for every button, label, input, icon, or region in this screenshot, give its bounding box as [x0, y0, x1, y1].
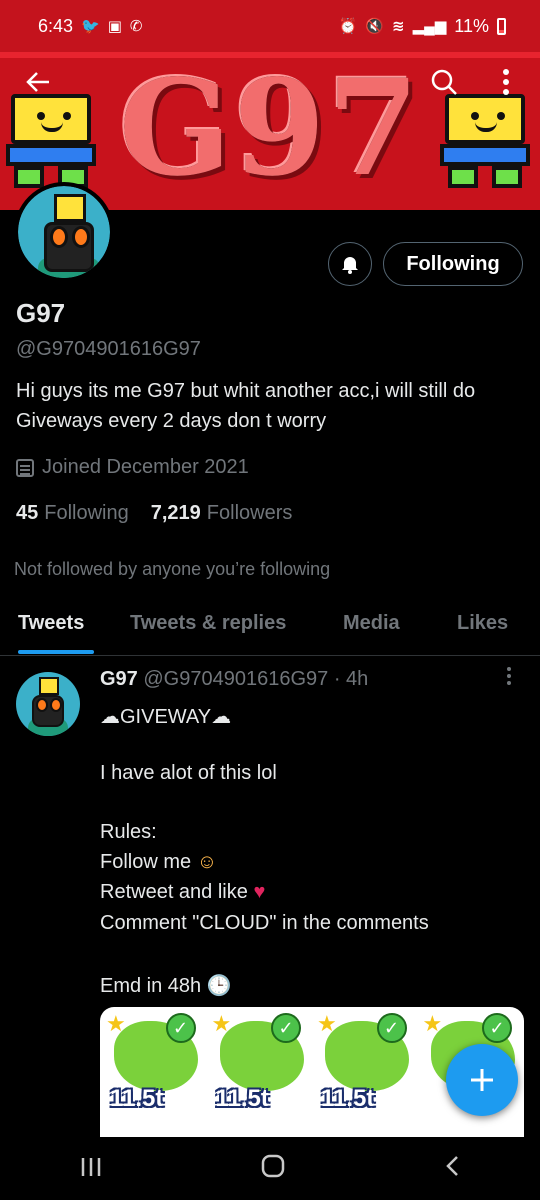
tab-likes[interactable]: Likes: [457, 612, 508, 635]
robot-left-image: [6, 94, 96, 194]
tweet-title-line: ☁GIVEWAY☁: [100, 704, 231, 729]
profile-avatar[interactable]: [14, 182, 114, 282]
joined-text: Joined December 2021: [42, 456, 249, 478]
tweet-line-text: Retweet and like: [100, 881, 248, 903]
tweet-avatar[interactable]: [16, 672, 80, 736]
tweet-header: G97 @G9704901616G97 · 4h: [100, 668, 368, 691]
bell-icon: [342, 257, 358, 274]
twitch-notification-icon: ▣: [107, 18, 122, 35]
followers-link[interactable]: 7,219 Followers: [151, 502, 293, 525]
more-vertical-icon: [503, 69, 509, 95]
following-button[interactable]: Following: [383, 242, 523, 286]
clock-icon: 🕒: [206, 975, 232, 997]
mute-icon: 🔇: [365, 18, 385, 35]
back-nav-button[interactable]: [443, 1154, 461, 1185]
tweet-author-name[interactable]: G97: [100, 668, 138, 690]
tweet-line: Rules:: [100, 821, 157, 843]
more-options-button[interactable]: [486, 62, 526, 102]
cloud-icon: ☁: [100, 706, 120, 728]
red-heart-icon: ♥: [253, 881, 266, 903]
pet-value-label: 11.5t: [215, 1085, 269, 1112]
pet-value-label: 11.5t: [110, 1085, 164, 1112]
pet-card: ★ ✓ 11.5t: [315, 1011, 415, 1133]
calendar-icon: [16, 458, 34, 477]
tweet-line-follow: Follow me ☺: [100, 851, 217, 874]
profile-bio: Hi guys its me G97 but whit another acc,…: [16, 380, 476, 432]
cloud-icon: ☁: [211, 706, 232, 728]
wifi-icon: ≋: [392, 18, 405, 35]
tweet-title: GIVEWAY: [120, 706, 212, 728]
tab-tweets-replies[interactable]: Tweets & replies: [130, 612, 286, 635]
back-button[interactable]: [18, 62, 58, 102]
not-followed-note: Not followed by anyone you’re following: [14, 559, 331, 579]
following-label: Following: [44, 502, 129, 524]
more-vertical-icon: [507, 667, 511, 685]
pet-card: ★ ✓ 11.5t: [210, 1011, 310, 1133]
status-bar: 6:43 🐦 ▣ ✆ ⏰ 🔇 ≋ ▂▄▆ 11%: [0, 0, 540, 52]
home-icon: [261, 1154, 285, 1177]
active-tab-indicator: [18, 650, 94, 654]
search-icon: [431, 69, 457, 95]
notifications-button[interactable]: [328, 242, 372, 286]
profile-tabs: Tweets Tweets & replies Media Likes: [0, 598, 540, 656]
smiling-face-hearts-icon: ☺: [196, 851, 218, 873]
followers-label: Followers: [206, 502, 293, 524]
check-icon: ✓: [376, 1013, 407, 1043]
tweet-line-end: Emd in 48h 🕒: [100, 973, 232, 998]
compose-tweet-button[interactable]: [446, 1044, 518, 1116]
recent-apps-button[interactable]: [79, 1154, 103, 1185]
signal-icon: ▂▄▆: [412, 18, 447, 35]
alarm-icon: ⏰: [338, 18, 358, 35]
plus-icon: [471, 1069, 493, 1091]
tweet-line: I have alot of this lol: [100, 762, 277, 784]
status-time: 6:43: [38, 15, 74, 36]
tweet-line-text: Emd in 48h: [100, 975, 202, 997]
phone-icon: ✆: [129, 18, 143, 35]
following-count: 45: [16, 502, 39, 524]
battery-percent: 11%: [454, 15, 489, 36]
profile-name: G97: [16, 298, 66, 328]
tweet-line: Comment "CLOUD" in the comments: [100, 912, 429, 934]
joined-date: Joined December 2021: [16, 456, 249, 479]
check-icon: ✓: [271, 1013, 301, 1043]
tab-tweets[interactable]: Tweets: [18, 612, 84, 635]
profile-handle: @G9704901616G97: [16, 338, 201, 360]
following-link[interactable]: 45 Following: [16, 502, 129, 525]
arrow-left-icon: [26, 72, 49, 92]
twitter-notification-icon: 🐦: [81, 18, 100, 35]
tweet-line-text: Follow me: [100, 851, 192, 873]
chevron-left-icon: [446, 1155, 459, 1176]
battery-icon: [497, 17, 506, 35]
recent-apps-icon: [81, 1157, 100, 1176]
search-button[interactable]: [424, 62, 464, 102]
check-icon: ✓: [482, 1013, 512, 1043]
tweet-line-retweet: Retweet and like ♥: [100, 881, 265, 904]
followers-count: 7,219: [150, 502, 201, 524]
home-button[interactable]: [260, 1153, 286, 1186]
robot-right-image: [440, 94, 530, 194]
follow-stats: 45 Following 7,219 Followers: [16, 502, 292, 525]
tweet-more-button[interactable]: [506, 666, 512, 692]
tweet-meta: @G9704901616G97 · 4h: [143, 668, 369, 690]
banner-title: G97: [118, 52, 422, 206]
pet-value-label: 11.5t: [321, 1085, 375, 1112]
tab-media[interactable]: Media: [343, 612, 400, 635]
system-nav-bar: [0, 1138, 540, 1200]
pet-card: ★ ✓ 11.5t: [104, 1011, 204, 1133]
check-icon: ✓: [165, 1013, 196, 1043]
